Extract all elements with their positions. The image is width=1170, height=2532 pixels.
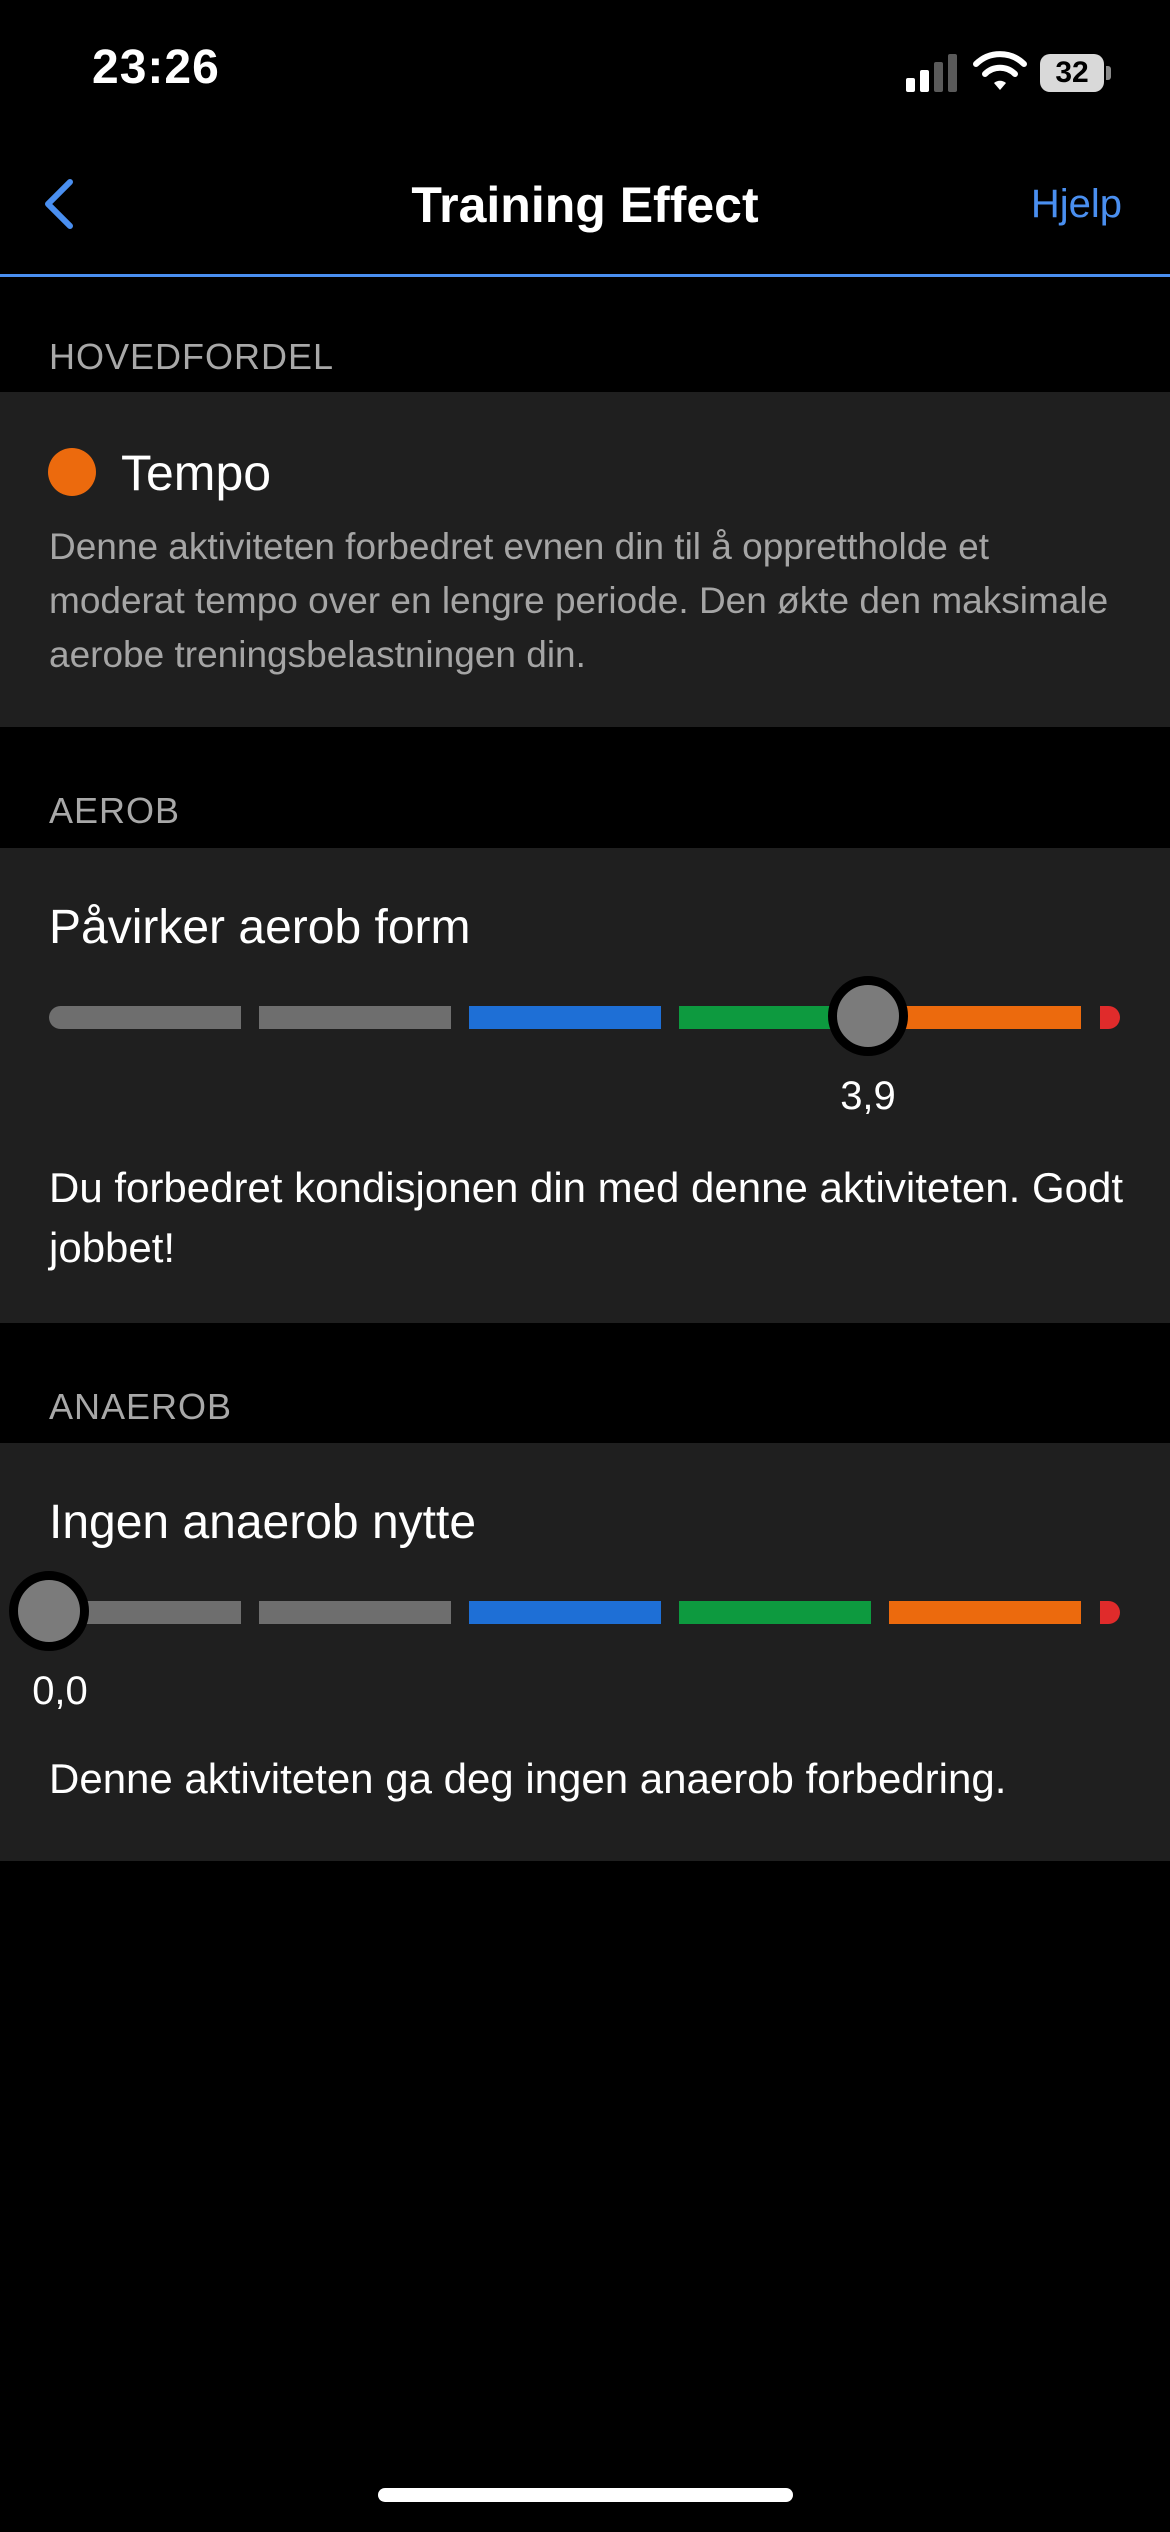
status-time: 23:26 (92, 41, 220, 94)
benefit-color-dot (48, 448, 96, 496)
anaerobic-value-knob (9, 1571, 89, 1651)
scale-segment-green (679, 1601, 871, 1624)
aerobic-value-knob (828, 976, 908, 1056)
scale-segment-gray (259, 1601, 451, 1624)
anaerobic-value-label: 0,0 (32, 1669, 88, 1713)
help-button[interactable]: Hjelp (1031, 182, 1122, 227)
scale-segment-blue (469, 1601, 661, 1624)
section-header-primary-benefit: HOVEDFORDEL (49, 336, 335, 377)
wifi-icon (973, 51, 1027, 90)
scale-segment-gray (259, 1006, 451, 1029)
scale-segment-red (1100, 1601, 1120, 1624)
status-bar: 23:26 32 (0, 0, 1170, 150)
benefit-title: Tempo (121, 445, 272, 501)
anaerobic-description: Denne aktiviteten ga deg ingen anaerob f… (49, 1755, 1007, 1802)
anaerobic-effect-scale: 0,0 (0, 1571, 1170, 1713)
aerobic-effect-scale: 3,9 (0, 976, 1170, 1118)
anaerobic-title: Ingen anaerob nytte (49, 1496, 477, 1549)
page-title: Training Effect (411, 177, 759, 233)
home-indicator[interactable] (378, 2488, 793, 2502)
aerobic-value-label: 3,9 (840, 1074, 896, 1118)
battery-icon: 32 (1040, 54, 1111, 92)
scale-segment-red (1100, 1006, 1120, 1029)
battery-level: 32 (1055, 56, 1089, 89)
aerobic-card: Påvirker aerob form 3,9 Du forbedret kon… (0, 848, 1170, 1323)
section-header-aerobic: AEROB (49, 790, 181, 831)
cellular-signal-icon (906, 54, 958, 92)
scale-segment-orange (889, 1601, 1081, 1624)
navigation-bar: Training Effect Hjelp (0, 150, 1170, 277)
anaerobic-card: Ingen anaerob nytte 0,0 Denne aktivitete… (0, 1443, 1170, 1861)
section-header-anaerobic: ANAEROB (49, 1386, 233, 1427)
scale-segment-gray (49, 1006, 241, 1029)
scale-segment-blue (469, 1006, 661, 1029)
aerobic-description: Du forbedret kondisjonen din med denne a… (49, 1164, 1124, 1271)
primary-benefit-card: Tempo Denne aktiviteten forbedret evnen … (0, 392, 1170, 727)
scale-segment-orange (889, 1006, 1081, 1029)
aerobic-title: Påvirker aerob form (49, 901, 471, 954)
benefit-description: Denne aktiviteten forbedret evnen din ti… (49, 526, 1109, 675)
